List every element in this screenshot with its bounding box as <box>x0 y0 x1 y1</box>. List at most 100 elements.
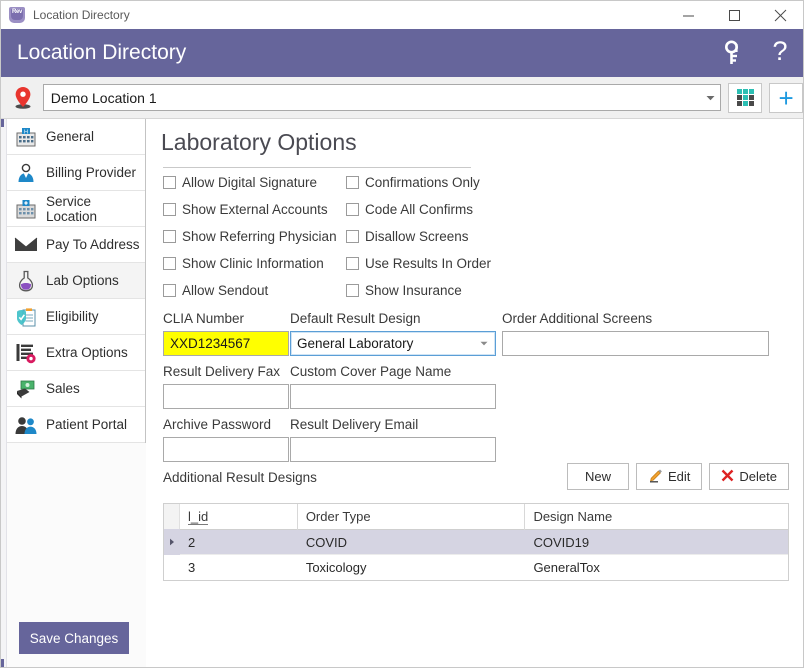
list-gear-icon <box>13 340 39 366</box>
sidebar-item-label: Extra Options <box>46 345 128 360</box>
checkbox-box[interactable] <box>163 230 176 243</box>
checkbox-box[interactable] <box>346 176 359 189</box>
checkbox-box[interactable] <box>163 203 176 216</box>
close-icon[interactable] <box>757 1 803 29</box>
result-delivery-fax-input[interactable] <box>163 384 289 409</box>
chevron-down-icon[interactable] <box>475 332 493 355</box>
sidebar-item-billing-provider[interactable]: Billing Provider <box>7 155 145 191</box>
checkbox-box[interactable] <box>346 203 359 216</box>
location-select[interactable]: Demo Location 1 <box>43 84 722 111</box>
sidebar-item-label: Eligibility <box>46 309 99 324</box>
provider-person-icon <box>13 160 39 186</box>
grid-view-icon <box>737 89 754 106</box>
strip-mark-bottom <box>1 659 4 667</box>
sidebar-item-service-location[interactable]: Service Location <box>7 191 145 227</box>
column-header-order-type[interactable]: Order Type <box>298 504 526 530</box>
location-directory-window: Rev Location Directory Location Director… <box>0 0 804 668</box>
checkbox-label: Show Clinic Information <box>182 256 324 271</box>
checkbox-box[interactable] <box>346 230 359 243</box>
location-select-value: Demo Location 1 <box>44 90 701 106</box>
grid-header-row: l_id Order Type Design Name <box>164 504 788 530</box>
location-pin-icon <box>6 83 40 113</box>
checkbox-show-clinic-information[interactable]: Show Clinic Information <box>163 256 324 271</box>
result-delivery-fax-label: Result Delivery Fax <box>163 364 280 379</box>
delete-button[interactable]: Delete <box>709 463 789 490</box>
cell-design-name: GeneralTox <box>525 555 788 580</box>
sidebar-item-label: Sales <box>46 381 80 396</box>
grid-view-button[interactable] <box>728 83 762 113</box>
save-changes-button[interactable]: Save Changes <box>19 622 129 654</box>
checkbox-box[interactable] <box>163 257 176 270</box>
result-delivery-email-input[interactable] <box>290 437 496 462</box>
key-icon[interactable] <box>711 29 757 77</box>
sidebar-item-eligibility[interactable]: Eligibility <box>7 299 145 335</box>
checkbox-show-insurance[interactable]: Show Insurance <box>346 283 462 298</box>
sidebar-item-label: Lab Options <box>46 273 119 288</box>
checkbox-box[interactable] <box>163 176 176 189</box>
checkbox-use-results-in-order[interactable]: Use Results In Order <box>346 256 491 271</box>
page-header: Location Directory ? <box>1 29 803 77</box>
checkbox-confirmations-only[interactable]: Confirmations Only <box>346 175 480 190</box>
checkbox-code-all-confirms[interactable]: Code All Confirms <box>346 202 473 217</box>
checkbox-label: Allow Sendout <box>182 283 268 298</box>
custom-cover-page-name-input[interactable] <box>290 384 496 409</box>
table-row[interactable]: 2 COVID COVID19 <box>164 530 788 555</box>
clia-number-value: XXD1234567 <box>164 336 250 351</box>
default-result-design-select[interactable]: General Laboratory <box>290 331 496 356</box>
additional-result-designs-grid: l_id Order Type Design Name 2 COVID C <box>163 503 789 581</box>
lab-flask-icon <box>13 268 39 294</box>
checkbox-allow-digital-signature[interactable]: Allow Digital Signature <box>163 175 317 190</box>
checkbox-box[interactable] <box>346 284 359 297</box>
people-icon <box>13 412 39 438</box>
edit-button[interactable]: Edit <box>636 463 702 490</box>
sidebar-item-patient-portal[interactable]: Patient Portal <box>7 407 145 443</box>
column-header-design-name[interactable]: Design Name <box>525 504 788 530</box>
red-x-icon <box>721 469 734 485</box>
edit-button-label: Edit <box>668 469 690 484</box>
sidebar-item-pay-to-address[interactable]: Pay To Address <box>7 227 145 263</box>
clinic-building-icon <box>13 196 39 222</box>
chevron-down-icon[interactable] <box>700 85 720 110</box>
checkbox-box[interactable] <box>163 284 176 297</box>
checkbox-show-referring-physician[interactable]: Show Referring Physician <box>163 229 337 244</box>
checkbox-allow-sendout[interactable]: Allow Sendout <box>163 283 268 298</box>
sidebar-item-label: Patient Portal <box>46 417 127 432</box>
sidebar-item-extra-options[interactable]: Extra Options <box>7 335 145 371</box>
maximize-icon[interactable] <box>711 1 757 29</box>
grid-indicator-cell <box>164 504 180 530</box>
checkbox-label: Code All Confirms <box>365 202 473 217</box>
pencil-icon <box>648 468 663 486</box>
lab-options-panel: Laboratory Options Allow Digital Signatu… <box>147 119 803 667</box>
checkbox-label: Use Results In Order <box>365 256 491 271</box>
plus-icon: + <box>779 88 794 108</box>
order-additional-screens-label: Order Additional Screens <box>502 311 652 326</box>
sidebar-item-label: Billing Provider <box>46 165 136 180</box>
location-bar: Demo Location 1 + <box>1 77 803 119</box>
cell-design-name: COVID19 <box>525 530 788 555</box>
money-icon <box>13 376 39 402</box>
sidebar-item-lab-options[interactable]: Lab Options <box>7 263 145 299</box>
checkbox-show-external-accounts[interactable]: Show External Accounts <box>163 202 328 217</box>
checkbox-disallow-screens[interactable]: Disallow Screens <box>346 229 469 244</box>
archive-password-input[interactable] <box>163 437 289 462</box>
checkbox-row: Allow Digital Signature Confirmations On… <box>147 175 803 202</box>
checkbox-label: Show External Accounts <box>182 202 328 217</box>
minimize-icon[interactable] <box>665 1 711 29</box>
help-icon[interactable]: ? <box>757 29 803 77</box>
column-header-l-id[interactable]: l_id <box>180 504 298 530</box>
checkbox-label: Show Referring Physician <box>182 229 337 244</box>
add-location-button[interactable]: + <box>769 83 803 113</box>
table-row[interactable]: 3 Toxicology GeneralTox <box>164 555 788 580</box>
checkbox-box[interactable] <box>346 257 359 270</box>
sidebar-item-general[interactable]: H General <box>7 119 145 155</box>
checkbox-label: Disallow Screens <box>365 229 469 244</box>
custom-cover-page-name-label: Custom Cover Page Name <box>290 364 451 379</box>
order-additional-screens-input[interactable] <box>502 331 769 356</box>
checkbox-label: Confirmations Only <box>365 175 480 190</box>
checkbox-row: Show Clinic Information Use Results In O… <box>147 256 803 283</box>
checkbox-label: Show Insurance <box>365 283 462 298</box>
sidebar-item-sales[interactable]: Sales <box>7 371 145 407</box>
content-area: H General <box>1 119 803 667</box>
new-button[interactable]: New <box>567 463 629 490</box>
clia-number-input[interactable]: XXD1234567 <box>163 331 289 356</box>
